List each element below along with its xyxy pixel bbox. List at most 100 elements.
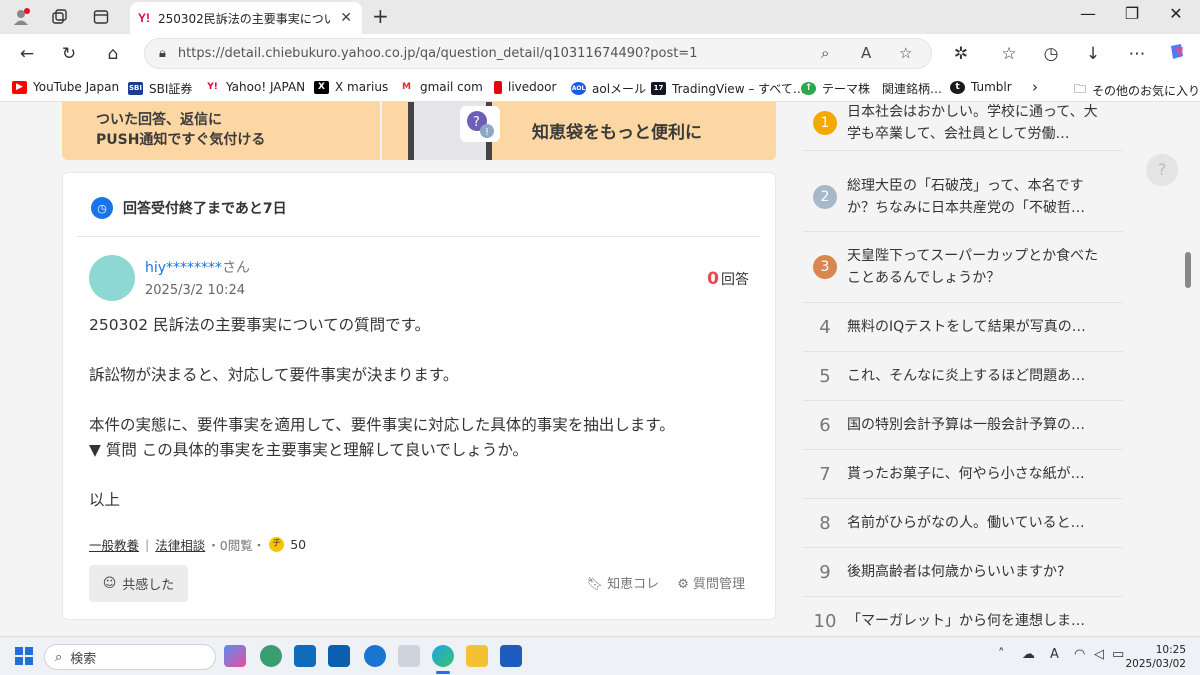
ranking-item[interactable]: 9 後期高齢者は何歳からいいますか?: [803, 548, 1123, 597]
taskbar-search[interactable]: ⌕ 検索: [44, 644, 216, 670]
bookmark-item[interactable]: t Tumblr: [950, 80, 1012, 94]
user-name[interactable]: hiy********さん: [145, 257, 250, 277]
tab-title: 250302民訴法の主要事実について: [158, 11, 331, 26]
copilot-icon[interactable]: [1164, 42, 1190, 66]
bookmark-item[interactable]: Mgmail com: [399, 80, 483, 94]
empathy-button[interactable]: ☺ 共感した: [89, 565, 188, 602]
bookmarks-bar: ▶ YouTube Japan SBI SBI証券 Y! Yahoo! JAPAN X…: [0, 74, 1200, 102]
tray-chevron-icon[interactable]: ˄: [998, 647, 1005, 662]
ranking-title: 名前がひらがなの人。働いていると…: [847, 515, 1085, 531]
rank-badge: 2: [813, 184, 837, 209]
ranking-item[interactable]: 7 貰ったお菓子に、何やら小さな紙が…: [803, 450, 1123, 499]
ime-indicator[interactable]: A: [1050, 647, 1059, 662]
tab-close-icon[interactable]: ✕: [340, 10, 352, 26]
vertical-tabs-icon[interactable]: [90, 6, 112, 28]
address-bar-row: ← ↻ ⌂ 🔒︎ https://detail.chiebukuro.yahoo…: [0, 34, 1200, 74]
other-favorites[interactable]: 🗀 その他のお気に入り: [1074, 80, 1200, 101]
rank-number: 10: [813, 610, 837, 632]
tab-active[interactable]: Y! 250302民訴法の主要事実について ✕: [130, 2, 362, 34]
read-aloud-icon[interactable]: A: [861, 44, 871, 62]
sbi-icon: SBI: [128, 82, 143, 95]
question-line: [89, 388, 749, 413]
ranking-title: 無料のIQテストをして結果が写真の…: [847, 319, 1086, 335]
banner-text-left: ついた回答、返信に PUSH通知ですぐ気付ける: [96, 112, 266, 148]
bookmark-item[interactable]: SBI SBI証券: [128, 80, 192, 97]
ranking-item[interactable]: 5 これ、そんなに炎上するほど問題あ…: [803, 352, 1123, 401]
ranking-title: 「マーガレット」から何を連想しま…: [847, 613, 1085, 629]
question-line: 訴訟物が決まると、対応して要件事実が決まります。: [89, 366, 459, 384]
avatar[interactable]: [89, 255, 135, 301]
word-icon[interactable]: [500, 645, 522, 667]
category-link[interactable]: 法律相談: [155, 535, 205, 554]
ranking-item[interactable]: 10 「マーガレット」から何を連想しま…: [803, 597, 1123, 636]
outlook-new-icon[interactable]: [328, 645, 350, 667]
page-content: ついた回答、返信に PUSH通知ですぐ気付ける ?! 知恵袋をもっと便利に ◷ …: [0, 102, 1200, 636]
bookmark-item[interactable]: livedoor: [494, 80, 556, 94]
bookmark-item[interactable]: Y! Yahoo! JAPAN: [205, 80, 305, 94]
bookmark-item[interactable]: ↑ テーマ株 関連銘柄…: [801, 80, 942, 97]
volume-icon[interactable]: ◁: [1094, 647, 1104, 662]
system-clock[interactable]: 10:25 2025/03/02: [1125, 643, 1186, 671]
question-meta: 一般教養 | 法律相談 ・ 0閲覧 ・ チ 50: [89, 535, 307, 554]
file-explorer-icon[interactable]: [466, 645, 488, 667]
refresh-icon[interactable]: ↻: [56, 42, 82, 66]
favorite-star-icon[interactable]: ☆: [899, 44, 912, 62]
profile-icon[interactable]: [10, 6, 32, 28]
home-icon[interactable]: ⌂: [100, 42, 126, 66]
chiekore-button[interactable]: 🔖︎ 知恵コレ: [587, 573, 660, 592]
rank-number: 7: [819, 463, 831, 485]
app-promo-banner[interactable]: ついた回答、返信に PUSH通知ですぐ気付ける ?! 知恵袋をもっと便利に: [62, 102, 776, 160]
coin-icon: チ: [269, 537, 285, 552]
edge-dev-icon[interactable]: [364, 645, 386, 667]
new-tab-icon[interactable]: +: [372, 4, 389, 28]
workspaces-icon[interactable]: [48, 6, 70, 28]
view-count: 0閲覧: [219, 538, 253, 553]
more-menu-icon[interactable]: ⋯: [1124, 42, 1150, 66]
manage-question-button[interactable]: ⚙ 質問管理: [677, 573, 745, 592]
bookmark-item[interactable]: AOL aolメール: [571, 80, 646, 97]
bookmark-item[interactable]: 17 TradingView – すべて…: [651, 80, 805, 97]
window-close-icon[interactable]: ✕: [1156, 4, 1196, 23]
ranking-item[interactable]: 2 総理大臣の「石破茂」って、本名ですか？ちなみに日本共産党の「不破哲…: [803, 162, 1123, 232]
ranking-item[interactable]: 3 天皇陛下ってスーパーカップとか食べたことあるんでしょうか？: [803, 232, 1123, 303]
rank-number: 6: [819, 414, 831, 436]
extensions-icon[interactable]: ✲: [948, 42, 974, 66]
bookmark-item[interactable]: ▶ YouTube Japan: [12, 80, 119, 94]
wifi-icon[interactable]: ◠: [1074, 647, 1085, 662]
battery-icon[interactable]: ▭: [1112, 647, 1124, 662]
downloads-icon[interactable]: ↓: [1080, 42, 1106, 66]
browser-app-icon[interactable]: [260, 645, 282, 667]
ranking-item[interactable]: 1 日本社会はおかしい。学校に通って、大学も卒業して、会社員として労働…: [803, 102, 1123, 151]
lock-icon[interactable]: 🔒︎: [159, 46, 166, 61]
bookmark-item[interactable]: XX marius: [314, 80, 388, 94]
outlook-icon[interactable]: [294, 645, 316, 667]
question-card: ◷ 回答受付終了まであと7日 hiy********さん 2025/3/2 10…: [62, 172, 776, 620]
copilot-app-icon[interactable]: [224, 645, 246, 667]
snipping-tool-icon[interactable]: [398, 645, 420, 667]
help-mascot-icon[interactable]: ?: [1146, 154, 1178, 186]
ranking-title: 後期高齢者は何歳からいいますか?: [847, 564, 1065, 580]
yahoo-icon: Y!: [207, 81, 218, 92]
url-field[interactable]: 🔒︎ https://detail.chiebukuro.yahoo.co.jp…: [144, 38, 932, 69]
ranking-title: これ、そんなに炎上するほど問題あ…: [847, 368, 1086, 384]
ranking-item[interactable]: 6 国の特別会計予算は一般会計予算の…: [803, 401, 1123, 450]
ranking-item[interactable]: 8 名前がひらがなの人。働いていると…: [803, 499, 1123, 548]
bookmarks-more-icon[interactable]: ›: [1032, 78, 1038, 96]
favorites-icon[interactable]: ☆: [996, 42, 1022, 66]
windows-start-icon[interactable]: [14, 646, 34, 666]
zoom-icon[interactable]: ⌕: [821, 44, 829, 62]
smile-icon: ☺: [102, 576, 117, 591]
rank-badge: 3: [813, 255, 837, 279]
scrollbar-thumb[interactable]: [1185, 252, 1191, 288]
restore-icon[interactable]: ❐: [1112, 4, 1152, 23]
back-arrow-icon[interactable]: ←: [14, 42, 40, 66]
category-link[interactable]: 一般教養: [89, 535, 139, 554]
edge-icon[interactable]: [432, 645, 454, 667]
ranking-title: 貰ったお菓子に、何やら小さな紙が…: [847, 466, 1085, 482]
ranking-title: 日本社会はおかしい。学校に通って、大学も卒業して、会社員として労働…: [847, 104, 1098, 142]
ranking-item[interactable]: 4 無料のIQテストをして結果が写真の…: [803, 303, 1123, 352]
minimize-icon[interactable]: —: [1068, 4, 1108, 23]
post-date: 2025/3/2 10:24: [145, 283, 245, 298]
history-icon[interactable]: ◷: [1038, 42, 1064, 66]
onedrive-icon[interactable]: ☁: [1022, 647, 1035, 662]
